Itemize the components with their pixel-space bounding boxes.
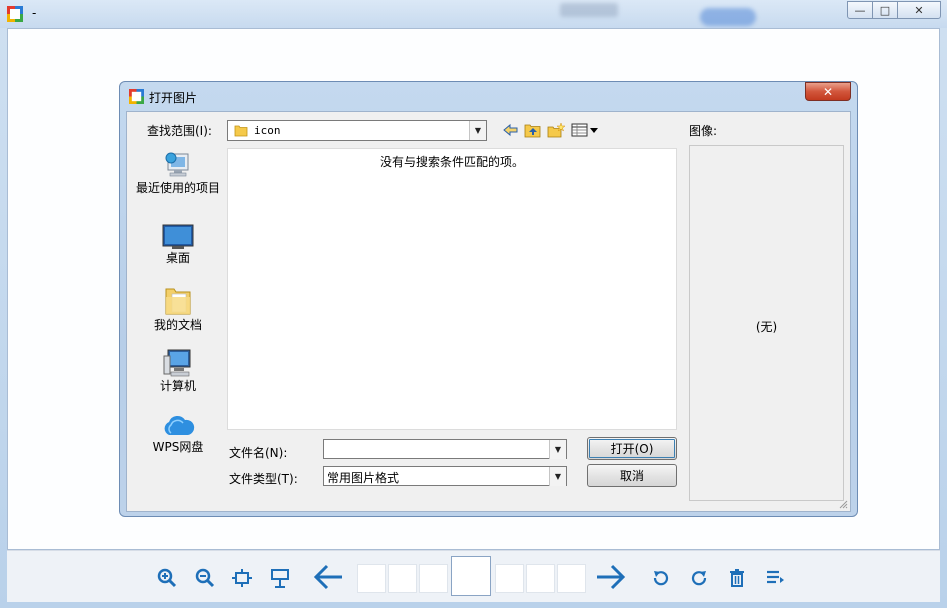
thumbnail-current[interactable] [451, 556, 491, 596]
dialog-close-button[interactable]: ✕ [805, 82, 851, 101]
desktop-icon [162, 224, 194, 249]
place-documents[interactable]: 我的文档 [135, 285, 221, 332]
thumbnail[interactable] [557, 564, 586, 593]
thumbnail[interactable] [357, 564, 386, 593]
back-icon[interactable] [502, 122, 520, 138]
recent-items-icon [165, 152, 189, 177]
delete-icon[interactable] [727, 568, 747, 588]
file-name-label: 文件名(N): [229, 446, 288, 460]
up-folder-icon[interactable] [524, 122, 542, 138]
preview-none-text: (无) [755, 320, 778, 334]
place-wps-cloud[interactable]: WPS网盘 [135, 413, 221, 454]
place-label: WPS网盘 [152, 440, 204, 454]
preview-label: 图像: [689, 124, 718, 138]
blurred-brand-logo [700, 8, 756, 26]
documents-folder-icon [165, 288, 191, 315]
cancel-button[interactable]: 取消 [587, 464, 677, 487]
computer-icon [163, 349, 191, 377]
thumbnail[interactable] [388, 564, 417, 593]
prev-arrow-icon[interactable] [312, 563, 344, 591]
file-list[interactable]: 没有与搜索条件匹配的项。 [227, 148, 677, 430]
look-in-label: 查找范围(I): [147, 124, 212, 138]
place-recent[interactable]: 最近使用的项目 [135, 148, 221, 195]
resize-grip-icon[interactable] [838, 499, 848, 509]
open-button[interactable]: 打开(O) [587, 437, 677, 460]
look-in-dropdown[interactable]: icon ▼ [227, 120, 487, 141]
chevron-down-icon[interactable]: ▼ [549, 440, 566, 459]
dialog-title: 打开图片 [149, 91, 198, 105]
dialog-body: 查找范围(I): icon ▼ 最近使用的项目 桌面 我的文档 计算机 WPS网… [126, 111, 851, 512]
chevron-down-icon[interactable]: ▼ [549, 467, 566, 486]
file-name-input[interactable]: ▼ [323, 439, 567, 459]
zoom-in-icon[interactable] [157, 568, 177, 588]
bottom-toolbar [7, 550, 940, 602]
window-controls: — □ ✕ [847, 1, 941, 19]
main-titlebar: - — □ ✕ [0, 0, 947, 28]
folder-icon [234, 125, 248, 137]
slideshow-icon[interactable] [270, 568, 290, 588]
place-desktop[interactable]: 桌面 [135, 224, 221, 265]
file-type-value: 常用图片格式 [327, 471, 400, 485]
blurred-tab [560, 3, 618, 17]
place-label: 我的文档 [153, 318, 202, 332]
maximize-button[interactable]: □ [872, 1, 898, 19]
zoom-out-icon[interactable] [195, 568, 215, 588]
empty-message: 没有与搜索条件匹配的项。 [379, 155, 524, 169]
thumbnail[interactable] [419, 564, 448, 593]
file-type-label: 文件类型(T): [229, 472, 298, 486]
rotate-right-icon[interactable] [689, 568, 709, 588]
place-label: 计算机 [159, 379, 196, 393]
more-icon[interactable] [765, 568, 785, 588]
preview-pane: (无) [689, 145, 844, 501]
place-label: 最近使用的项目 [135, 181, 220, 195]
window-title: - [32, 6, 37, 20]
rotate-left-icon[interactable] [651, 568, 671, 588]
view-menu-icon[interactable] [571, 122, 601, 138]
new-folder-icon[interactable] [547, 122, 565, 138]
file-type-dropdown[interactable]: 常用图片格式 ▼ [323, 466, 567, 486]
minimize-button[interactable]: — [847, 1, 873, 19]
chevron-down-icon[interactable]: ▼ [469, 121, 486, 140]
place-computer[interactable]: 计算机 [135, 348, 221, 393]
look-in-value: icon [254, 124, 281, 137]
open-image-dialog: 打开图片 ✕ 查找范围(I): icon ▼ 最近使用的项目 桌面 我的文档 计… [119, 81, 858, 517]
cloud-drive-icon [164, 415, 195, 435]
close-button[interactable]: ✕ [897, 1, 941, 19]
next-arrow-icon[interactable] [595, 563, 627, 591]
thumbnail[interactable] [526, 564, 555, 593]
app-logo-icon [7, 6, 23, 22]
thumbnail[interactable] [495, 564, 524, 593]
app-logo-icon [129, 89, 144, 104]
place-label: 桌面 [165, 251, 190, 265]
fit-window-icon[interactable] [232, 568, 252, 588]
